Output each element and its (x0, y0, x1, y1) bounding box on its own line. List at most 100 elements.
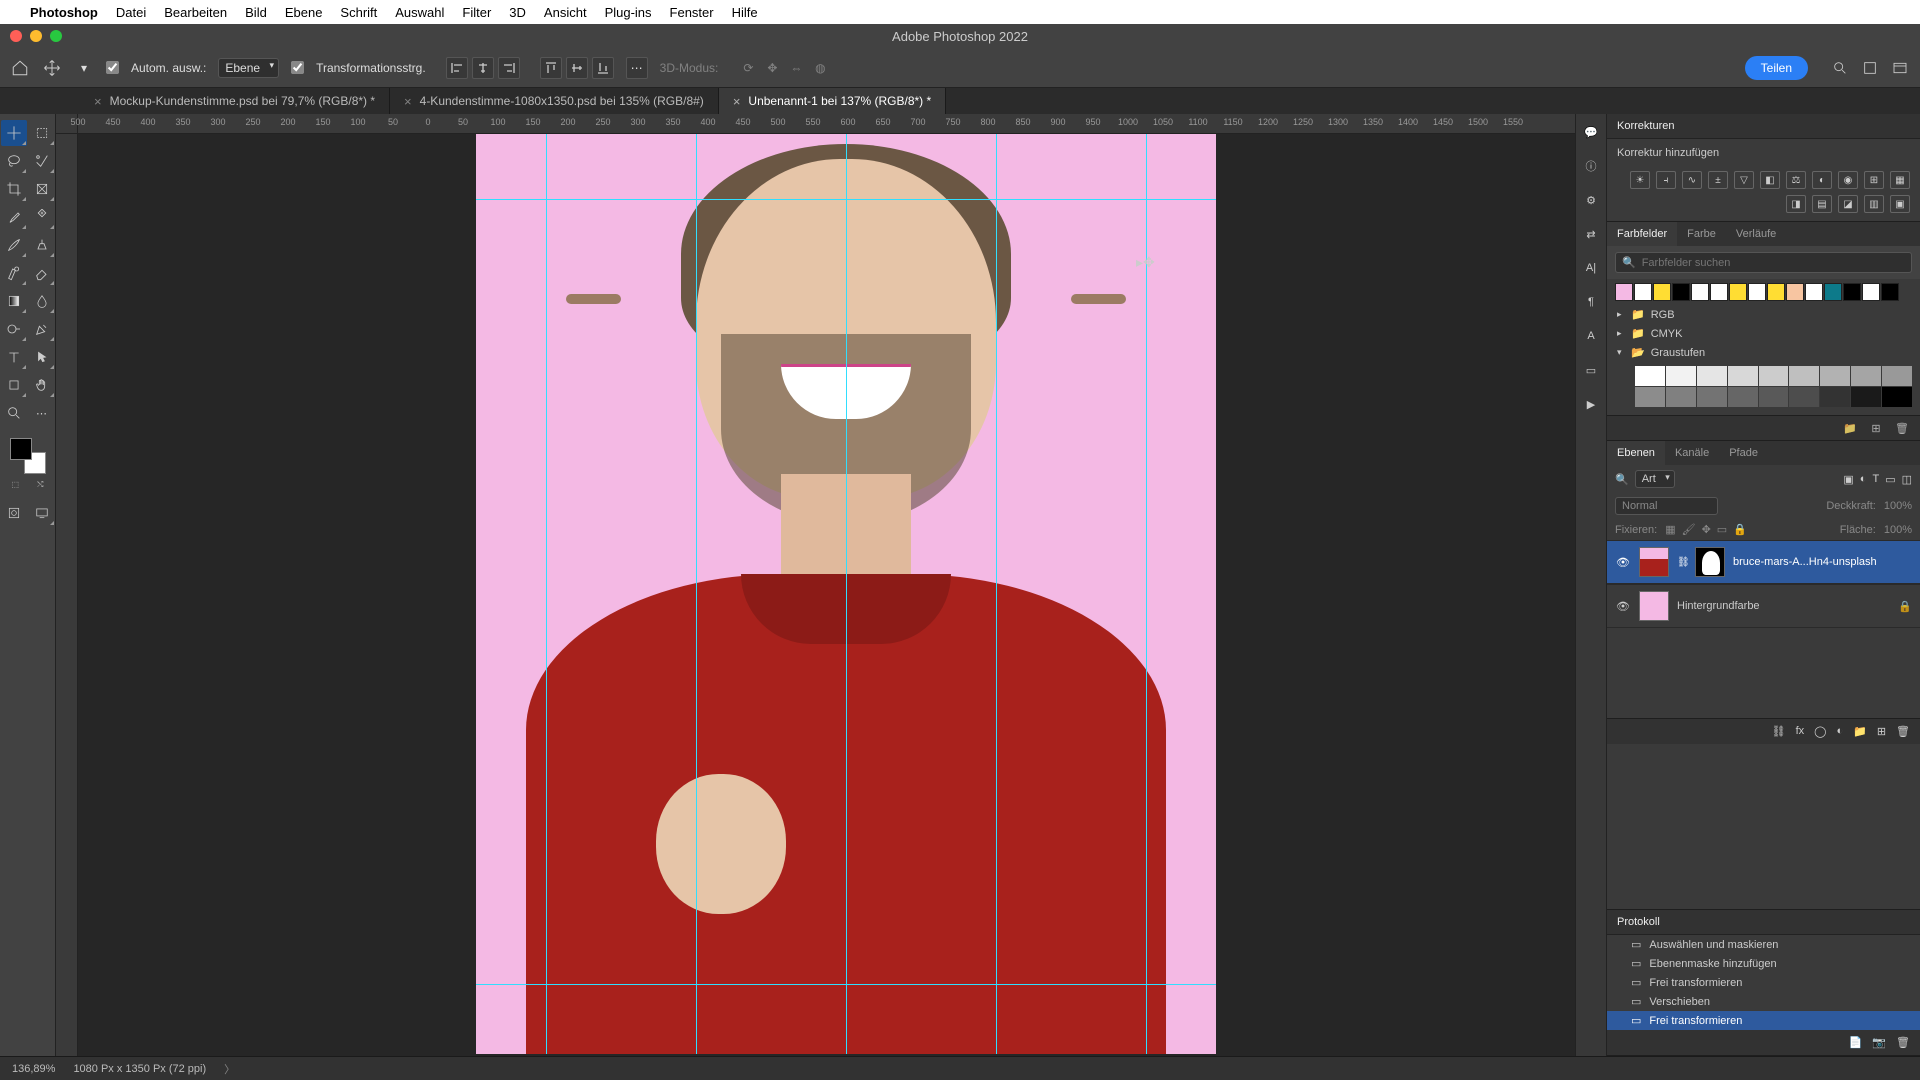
swatch[interactable] (1881, 283, 1899, 301)
layer-filter-kind-dropdown[interactable]: Art (1635, 470, 1675, 488)
curves-icon[interactable]: ∿ (1682, 171, 1702, 189)
edit-toolbar-button[interactable]: ⋯ (29, 400, 55, 426)
menu-hilfe[interactable]: Hilfe (732, 5, 758, 20)
healing-brush-tool[interactable] (29, 204, 55, 230)
menu-filter[interactable]: Filter (462, 5, 491, 20)
swatch[interactable] (1767, 283, 1785, 301)
layer-visibility-toggle[interactable]: 👁 (1615, 556, 1631, 569)
layer-name[interactable]: bruce-mars-A...Hn4-unsplash (1733, 556, 1877, 568)
layer-thumbnail[interactable] (1639, 591, 1669, 621)
color-lookup-icon[interactable]: ▦ (1890, 171, 1910, 189)
frame-tool[interactable] (29, 176, 55, 202)
menu-3d[interactable]: 3D (509, 5, 526, 20)
fill-value[interactable]: 100% (1884, 524, 1912, 536)
invert-icon[interactable]: ◨ (1786, 195, 1806, 213)
layer-row[interactable]: 👁 Hintergrundfarbe 🔒 (1607, 584, 1920, 628)
new-layer-icon[interactable]: ⊞ (1877, 725, 1886, 738)
menu-bild[interactable]: Bild (245, 5, 267, 20)
window-maximize-button[interactable] (50, 30, 62, 42)
info-panel-icon[interactable]: ⓘ (1581, 156, 1601, 176)
swatch[interactable] (1862, 283, 1880, 301)
clone-stamp-tool[interactable] (29, 232, 55, 258)
lock-transparency-icon[interactable]: ▦ (1665, 523, 1675, 536)
menu-schrift[interactable]: Schrift (340, 5, 377, 20)
quick-mask-button[interactable] (1, 500, 27, 526)
lasso-tool[interactable] (1, 148, 27, 174)
swatch[interactable] (1635, 366, 1665, 386)
history-snapshot-icon[interactable]: 📷 (1872, 1036, 1886, 1049)
zoom-tool[interactable] (1, 400, 27, 426)
distribute-more-button[interactable]: ⋯ (626, 57, 648, 79)
canvas-area[interactable]: 5004504003503002502001501005005010015020… (56, 114, 1575, 1056)
align-right-button[interactable] (498, 57, 520, 79)
filter-pixel-icon[interactable]: ▣ (1843, 473, 1853, 486)
blur-tool[interactable] (29, 288, 55, 314)
dodge-tool[interactable] (1, 316, 27, 342)
status-info-dropdown-icon[interactable]: 〉 (224, 1061, 235, 1077)
swatch[interactable] (1759, 366, 1789, 386)
home-icon[interactable] (10, 58, 30, 78)
tab-verlaeufe[interactable]: Verläufe (1726, 222, 1786, 246)
tab-farbfelder[interactable]: Farbfelder (1607, 222, 1677, 246)
zoom-level[interactable]: 136,89% (12, 1063, 55, 1075)
levels-icon[interactable]: ⫞ (1656, 171, 1676, 189)
app-name[interactable]: Photoshop (30, 5, 98, 20)
menu-fenster[interactable]: Fenster (670, 5, 714, 20)
hand-tool[interactable] (29, 372, 55, 398)
close-icon[interactable]: × (404, 94, 412, 109)
gradient-map-icon[interactable]: ▥ (1864, 195, 1884, 213)
swatch[interactable] (1666, 366, 1696, 386)
document-tab[interactable]: × Unbenannt-1 bei 137% (RGB/8*) * (719, 88, 946, 114)
screen-mode-button[interactable] (29, 500, 55, 526)
auto-select-checkbox[interactable] (106, 61, 119, 74)
bw-icon[interactable]: ◐ (1812, 171, 1832, 189)
rectangle-tool[interactable] (1, 372, 27, 398)
swatch[interactable] (1820, 366, 1850, 386)
workspace-switcher-icon[interactable] (1890, 58, 1910, 78)
swatch[interactable] (1653, 283, 1671, 301)
artboard-tool[interactable] (29, 120, 55, 146)
swatch[interactable] (1851, 366, 1881, 386)
play-panel-icon[interactable]: ▶ (1581, 394, 1601, 414)
paragraph-panel-icon[interactable]: ¶ (1581, 292, 1601, 312)
swatch[interactable] (1759, 387, 1789, 407)
swatch[interactable] (1728, 366, 1758, 386)
mask-link-icon[interactable]: ⛓ (1677, 557, 1687, 568)
blend-mode-dropdown[interactable]: Normal (1615, 497, 1718, 515)
layer-row[interactable]: 👁 ⛓ bruce-mars-A...Hn4-unsplash (1607, 540, 1920, 584)
delete-layer-icon[interactable]: 🗑 (1896, 725, 1910, 738)
lock-position-icon[interactable]: ✥ (1702, 523, 1711, 536)
swatch[interactable] (1666, 387, 1696, 407)
comments-panel-icon[interactable]: 💬 (1581, 122, 1601, 142)
menu-datei[interactable]: Datei (116, 5, 146, 20)
adjustments-panel-icon[interactable]: ⇄ (1581, 224, 1601, 244)
mac-menu-bar[interactable]: Photoshop Datei Bearbeiten Bild Ebene Sc… (0, 0, 1920, 24)
tab-ebenen[interactable]: Ebenen (1607, 441, 1665, 465)
transform-controls-checkbox[interactable] (291, 61, 304, 74)
threshold-icon[interactable]: ◪ (1838, 195, 1858, 213)
color-balance-icon[interactable]: ⚖ (1786, 171, 1806, 189)
lock-pixels-icon[interactable]: 🖌 (1682, 523, 1696, 536)
window-close-button[interactable] (10, 30, 22, 42)
swatches-search[interactable]: 🔍 (1615, 252, 1912, 273)
layer-visibility-toggle[interactable]: 👁 (1615, 600, 1631, 613)
align-vcenter-button[interactable] (566, 57, 588, 79)
close-icon[interactable]: × (94, 94, 102, 109)
layer-thumbnail[interactable] (1639, 547, 1669, 577)
swatches-folder-new-icon[interactable]: 📁 (1842, 420, 1858, 436)
path-selection-tool[interactable] (29, 344, 55, 370)
menu-auswahl[interactable]: Auswahl (395, 5, 444, 20)
menu-bearbeiten[interactable]: Bearbeiten (164, 5, 227, 20)
auto-select-target-dropdown[interactable]: Ebene (218, 58, 279, 78)
hue-sat-icon[interactable]: ◧ (1760, 171, 1780, 189)
lock-all-icon[interactable]: 🔒 (1733, 523, 1747, 536)
move-tool[interactable] (1, 120, 27, 146)
swatch[interactable] (1710, 283, 1728, 301)
posterize-icon[interactable]: ▤ (1812, 195, 1832, 213)
opacity-value[interactable]: 100% (1884, 500, 1912, 512)
swatch[interactable] (1697, 366, 1727, 386)
horizontal-ruler[interactable]: 5004504003503002502001501005005010015020… (78, 114, 1575, 134)
swatch[interactable] (1635, 387, 1665, 407)
filter-shape-icon[interactable]: ▭ (1885, 473, 1895, 486)
guide-horizontal[interactable] (476, 199, 1216, 200)
